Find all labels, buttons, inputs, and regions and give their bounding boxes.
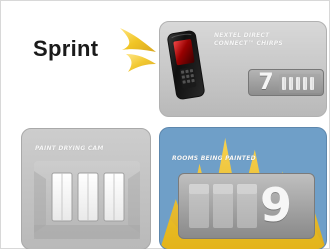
rooms-being-painted-title: ROOMS BEING PAINTED: [172, 155, 256, 162]
sprint-wing-icon: [120, 28, 156, 72]
rooms-being-painted-tile: ROOMS BEING PAINTED 9: [159, 127, 327, 249]
chirps-tile-title-line-1: NEXTEL DIRECT: [214, 32, 270, 39]
phone-icon: [167, 30, 205, 100]
rooms-counter: 9: [178, 173, 315, 239]
paint-drying-cam-title: PAINT DRYING CAM: [35, 145, 104, 152]
sprint-logo-text: Sprint: [33, 36, 99, 61]
chirps-tile: NEXTEL DIRECT CONNECT™ CHIRPS 7: [159, 21, 327, 117]
counter-segments-icon: [189, 184, 257, 228]
counter-columns-icon: [279, 74, 321, 93]
chirps-tile-title-line-2: CONNECT™ CHIRPS: [214, 40, 283, 47]
chirps-count-value: 7: [258, 70, 274, 95]
sprint-logo: Sprint: [21, 19, 156, 79]
paint-drying-cam-tile: PAINT DRYING CAM: [21, 128, 151, 249]
sprint-counter-dashboard: Sprint NEXTEL DIRECT CONNECT™ CHIRPS 7 P…: [0, 0, 330, 249]
rooms-being-painted-value: 9: [259, 178, 292, 232]
room-scene-icon: [34, 161, 140, 239]
chirps-counter: 7: [248, 69, 324, 96]
